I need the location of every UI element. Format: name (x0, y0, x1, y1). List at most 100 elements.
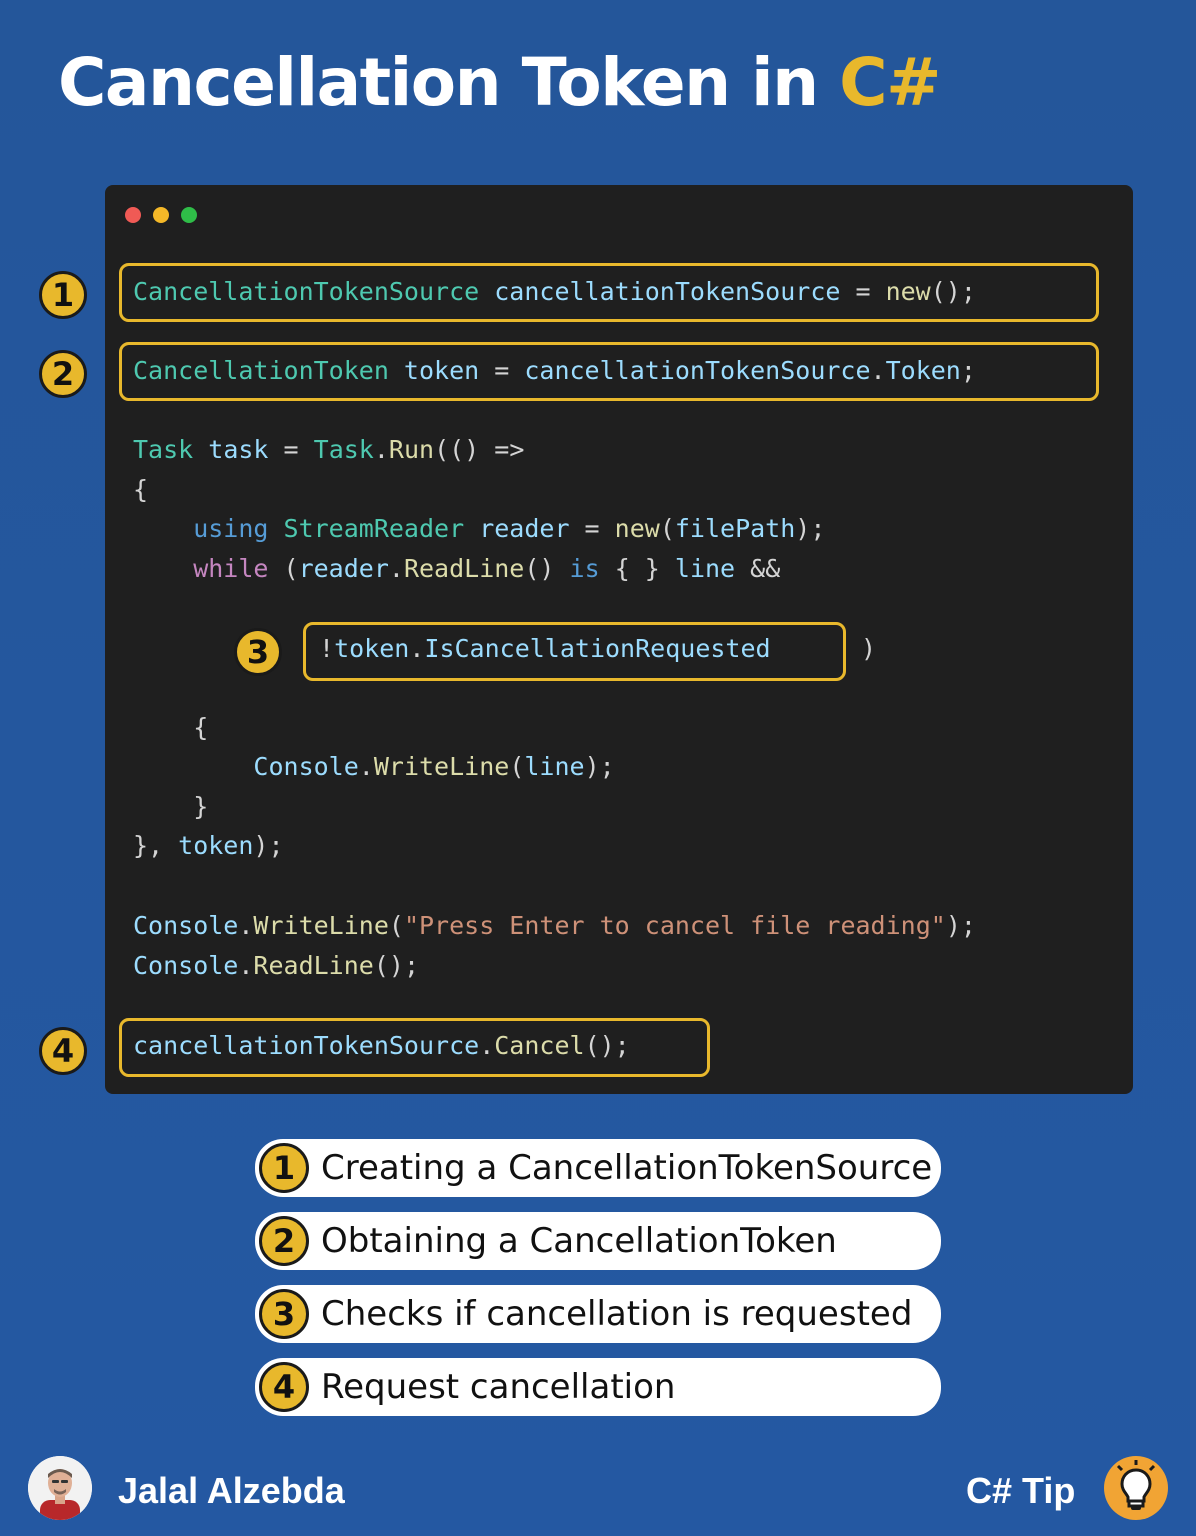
code-token: ( (388, 911, 404, 940)
code-token: ); (584, 752, 615, 781)
code-token: using (133, 514, 284, 543)
legend-text: Checks if cancellation is requested (321, 1294, 913, 1334)
code-token: ! (319, 634, 335, 663)
code-token: . (358, 752, 374, 781)
legend-item-4: 4 Request cancellation (255, 1358, 941, 1416)
legend-number: 3 (259, 1289, 309, 1339)
code-line-7: !token.IsCancellationRequested (319, 634, 771, 664)
step-badge-1: 1 (39, 271, 87, 319)
title-text: Cancellation Token in (58, 44, 840, 121)
code-line-10: } (133, 792, 209, 821)
code-token: WriteLine (373, 752, 510, 781)
code-token: cancellationTokenSource (479, 277, 841, 306)
page-title: Cancellation Token in C# (58, 44, 941, 121)
code-token: filePath (674, 514, 796, 543)
code-token: while (133, 554, 269, 583)
code-token: . (409, 634, 425, 663)
code-line-13: Console.ReadLine(); (133, 951, 419, 981)
code-token: reader (464, 514, 570, 543)
code-token: () (524, 554, 570, 583)
code-token: new (885, 277, 931, 306)
code-token: . (373, 435, 389, 464)
code-token: Console (133, 951, 239, 980)
code-token: token (178, 831, 254, 860)
close-dot-icon (125, 207, 141, 223)
code-token: line (524, 752, 585, 781)
code-token: . (479, 1031, 495, 1060)
code-token: (() => (434, 435, 525, 464)
author-name: Jalal Alzebda (118, 1470, 345, 1511)
code-token: ReadLine (403, 554, 525, 583)
code-token: ); (253, 831, 284, 860)
code-line-8: { (133, 713, 209, 742)
code-token: Task (313, 435, 374, 464)
code-token: token (334, 634, 410, 663)
code-token: && (735, 554, 781, 583)
step-badge-4: 4 (39, 1027, 87, 1075)
code-token: }, (133, 831, 179, 860)
code-token: ReadLine (253, 951, 374, 980)
code-line-14: cancellationTokenSource.Cancel(); (133, 1031, 630, 1061)
code-line-1: CancellationTokenSource cancellationToke… (133, 277, 976, 307)
step-badge-3: 3 (234, 628, 282, 676)
code-token: ( (659, 514, 675, 543)
legend-text: Creating a CancellationTokenSource (321, 1148, 933, 1188)
code-token: Console (133, 911, 239, 940)
code-token: "Press Enter to cancel file reading" (403, 911, 946, 940)
title-accent: C# (839, 44, 941, 121)
code-token: Token (885, 356, 961, 385)
code-token: = (268, 435, 314, 464)
code-token: . (388, 554, 404, 583)
avatar (28, 1456, 92, 1520)
tip-label: C# Tip (966, 1470, 1076, 1511)
code-token: (); (373, 951, 419, 980)
code-token: IsCancellationRequested (424, 634, 771, 663)
code-token: cancellationTokenSource (133, 1031, 480, 1060)
code-token: CancellationTokenSource (133, 277, 480, 306)
code-token: is (569, 554, 600, 583)
code-line-6: while (reader.ReadLine() is { } line && (133, 554, 780, 584)
code-token: { } (599, 554, 675, 583)
code-token: CancellationToken (133, 356, 389, 385)
legend-number: 2 (259, 1216, 309, 1266)
code-token: ); (795, 514, 826, 543)
legend-item-3: 3 Checks if cancellation is requested (255, 1285, 941, 1343)
code-token: StreamReader (283, 514, 465, 543)
legend-text: Request cancellation (321, 1367, 676, 1407)
code-line-12: Console.WriteLine("Press Enter to cancel… (133, 911, 976, 941)
code-token: = (840, 277, 886, 306)
legend-item-2: 2 Obtaining a CancellationToken (255, 1212, 941, 1270)
code-token: Task (133, 435, 194, 464)
code-line-7-close-paren: ) (861, 634, 877, 663)
code-token: . (238, 951, 254, 980)
code-token: Run (388, 435, 435, 464)
code-token: = (569, 514, 615, 543)
code-line-11: }, token); (133, 831, 284, 861)
code-token: ); (945, 911, 976, 940)
code-token: ; (960, 356, 976, 385)
code-token: token (388, 356, 480, 385)
lightbulb-icon (1104, 1456, 1168, 1520)
legend-item-1: 1 Creating a CancellationTokenSource (255, 1139, 941, 1197)
code-line-9: Console.WriteLine(line); (133, 752, 615, 782)
code-token: WriteLine (253, 911, 389, 940)
code-token: cancellationTokenSource (524, 356, 871, 385)
code-token: (); (930, 277, 976, 306)
code-token: reader (298, 554, 389, 583)
code-token: line (674, 554, 736, 583)
code-token: (); (584, 1031, 630, 1060)
code-token: ( (268, 554, 299, 583)
code-token: . (238, 911, 254, 940)
maximize-dot-icon (181, 207, 197, 223)
step-badge-2: 2 (39, 350, 87, 398)
code-line-4: { (133, 475, 149, 504)
code-token: task (193, 435, 269, 464)
avatar-photo-icon (28, 1456, 92, 1520)
code-line-3: Task task = Task.Run(() => (133, 435, 524, 465)
legend-text: Obtaining a CancellationToken (321, 1221, 837, 1261)
code-line-5: using StreamReader reader = new(filePath… (133, 514, 825, 544)
code-token: new (614, 514, 660, 543)
code-token: ( (509, 752, 525, 781)
minimize-dot-icon (153, 207, 169, 223)
legend-number: 1 (259, 1143, 309, 1193)
